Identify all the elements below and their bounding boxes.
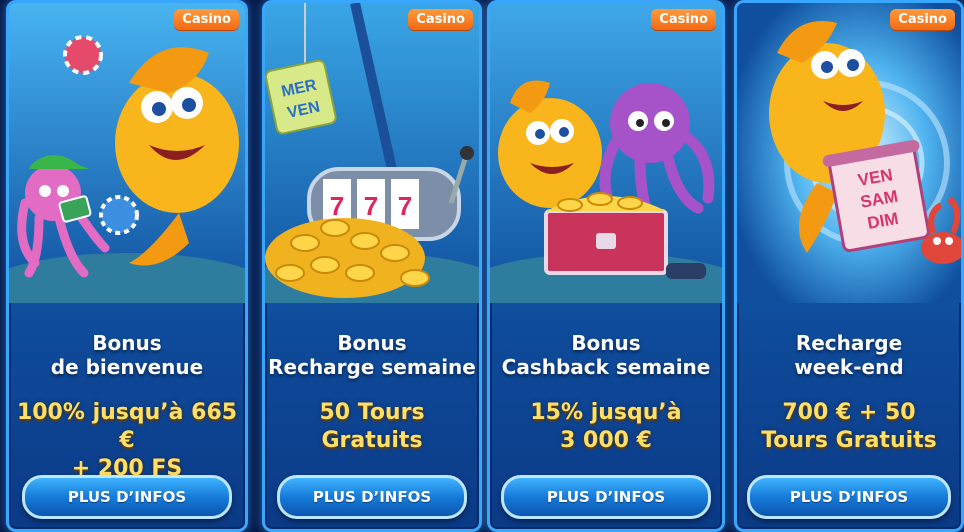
promo-card-welcome-bonus[interactable]: Casino Bonus de bienvenue 100% jusqu’à 6… <box>6 0 248 532</box>
card-title-line: Bonus <box>92 331 162 355</box>
card-offer: 700 € + 50 Tours Gratuits <box>737 399 961 455</box>
promo-card-weekly-cashback[interactable]: Casino Bonus Cashback semaine 15% jusqu’… <box>487 0 725 532</box>
goldfish-octopus-illustration <box>9 3 245 303</box>
card-title-line: week-end <box>794 355 904 379</box>
casino-badge: Casino <box>651 9 716 30</box>
card-offer-line: 50 Tours <box>319 400 425 425</box>
card-title: Recharge week-end <box>737 331 961 379</box>
svg-text:7: 7 <box>330 191 344 221</box>
more-info-button[interactable]: PLUS D’INFOS <box>277 475 467 519</box>
more-info-button[interactable]: PLUS D’INFOS <box>501 475 711 519</box>
card-offer-line: 100% jusqu’à 665 € <box>16 400 238 453</box>
treasure-chest-illustration <box>490 3 722 303</box>
svg-text:7: 7 <box>364 191 378 221</box>
card-title: Bonus de bienvenue <box>9 331 245 379</box>
casino-badge: Casino <box>408 9 473 30</box>
card-title: Bonus Recharge semaine <box>265 331 479 379</box>
casino-badge: Casino <box>890 9 955 30</box>
card-offer-line: 15% jusqu’à <box>530 400 682 425</box>
whirlpool-goldfish-illustration: VEN SAM DIM <box>737 3 961 303</box>
card-offer-line: Gratuits <box>321 428 423 453</box>
slot-machine-coins-illustration: MER VEN 7 7 7 <box>265 3 479 303</box>
card-offer-line: 700 € + 50 <box>782 400 916 425</box>
promo-card-weekend-reload[interactable]: VEN SAM DIM Casino Recharge week-end 700… <box>734 0 964 532</box>
more-info-button[interactable]: PLUS D’INFOS <box>22 475 232 519</box>
card-offer: 15% jusqu’à 3 000 € <box>490 399 722 455</box>
more-info-button[interactable]: PLUS D’INFOS <box>747 475 951 519</box>
promo-card-weekly-reload[interactable]: MER VEN 7 7 7 Casino Bonus Recharge sema… <box>262 0 482 532</box>
casino-badge: Casino <box>174 9 239 30</box>
card-title-line: Recharge semaine <box>268 355 476 379</box>
card-offer-line: 3 000 € <box>560 428 652 453</box>
card-offer-line: Tours Gratuits <box>761 428 937 453</box>
card-offer: 100% jusqu’à 665 € + 200 FS <box>9 399 245 483</box>
card-title-line: de bienvenue <box>50 355 204 379</box>
svg-text:7: 7 <box>398 191 412 221</box>
card-title: Bonus Cashback semaine <box>490 331 722 379</box>
card-offer: 50 Tours Gratuits <box>265 399 479 455</box>
card-title-line: Bonus <box>337 331 407 355</box>
card-title-line: Recharge <box>795 331 903 355</box>
card-title-line: Bonus <box>571 331 641 355</box>
card-title-line: Cashback semaine <box>501 355 711 379</box>
